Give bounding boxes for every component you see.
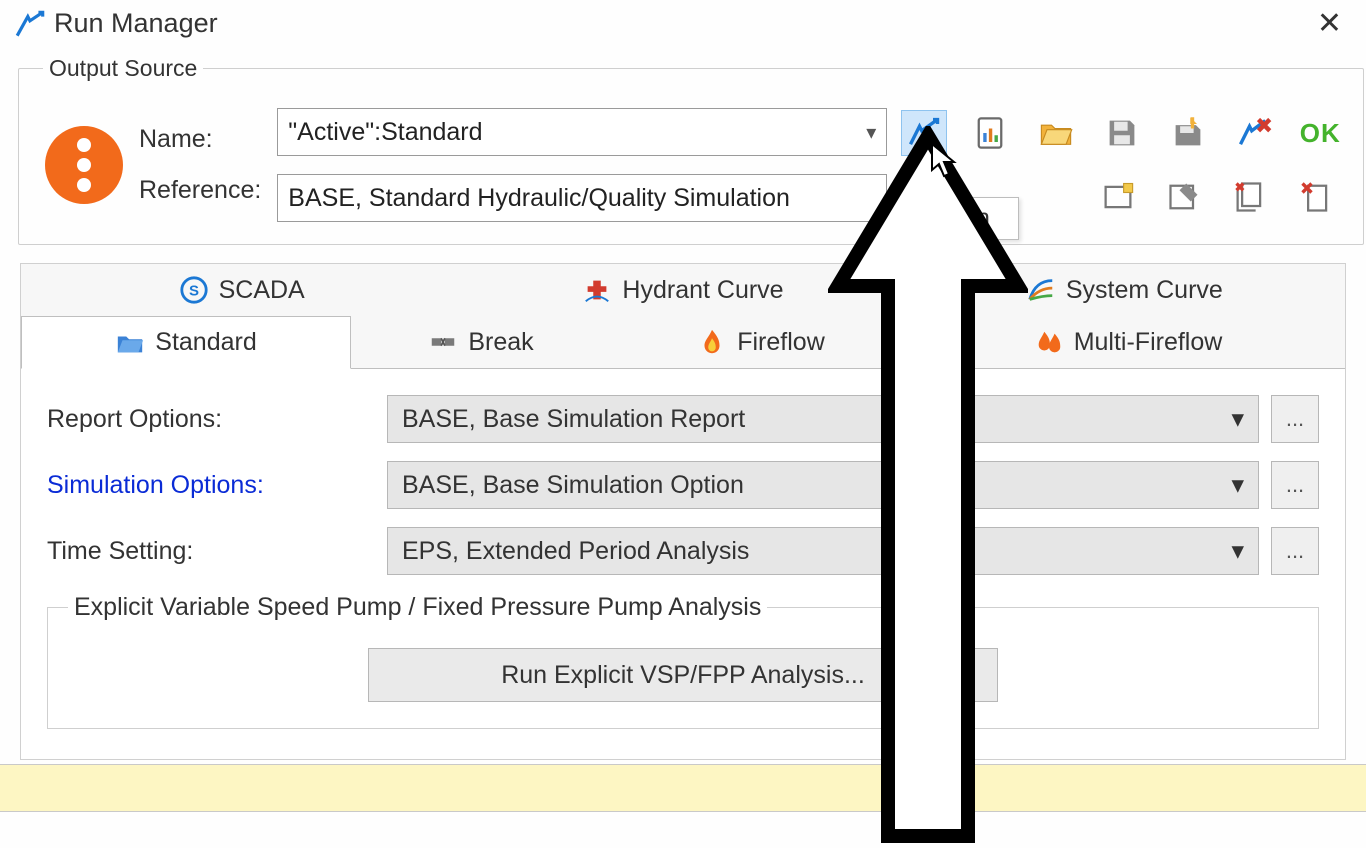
tab-system-curve-label: System Curve	[1066, 276, 1223, 305]
simulation-options-combo[interactable]: BASE, Base Simulation Option ▾	[387, 461, 1259, 509]
simulation-options-label[interactable]: Simulation Options:	[47, 471, 387, 500]
run-tooltip: Run	[925, 197, 1019, 240]
tab-scada[interactable]: S SCADA	[21, 264, 462, 316]
tab-fireflow-label: Fireflow	[737, 328, 825, 357]
clear-run-button[interactable]	[1231, 110, 1277, 156]
chevron-down-icon: ▾	[1231, 470, 1244, 500]
titlebar: Run Manager ✕	[0, 0, 1366, 55]
output-source-labels: Name: Reference:	[139, 125, 261, 205]
toolbar-row-1: OK	[901, 110, 1343, 156]
window-title: Run Manager	[54, 8, 1307, 39]
vsp-group: Explicit Variable Speed Pump / Fixed Pre…	[47, 593, 1319, 729]
close-button[interactable]: ✕	[1307, 6, 1352, 41]
report-options-combo[interactable]: BASE, Base Simulation Report ▾	[387, 395, 1259, 443]
report-button[interactable]	[967, 110, 1013, 156]
report-options-label: Report Options:	[47, 405, 387, 434]
tab-standard[interactable]: Standard	[21, 316, 351, 369]
ok-status: OK	[1297, 110, 1343, 156]
time-setting-label: Time Setting:	[47, 537, 387, 566]
time-setting-combo[interactable]: EPS, Extended Period Analysis ▾	[387, 527, 1259, 575]
name-combo[interactable]: "Active":Standard ▾	[277, 108, 887, 156]
edit-button[interactable]	[1161, 174, 1207, 220]
name-label: Name:	[139, 125, 261, 154]
standard-tab-content: Report Options: BASE, Base Simulation Re…	[21, 368, 1345, 759]
name-value: "Active":Standard	[288, 118, 482, 147]
run-vsp-button[interactable]: Run Explicit VSP/FPP Analysis...	[368, 648, 998, 702]
save-special-button[interactable]	[1165, 110, 1211, 156]
tab-area: S SCADA Hydrant Curve System Curve Stand…	[20, 263, 1346, 760]
cursor-icon	[930, 142, 958, 178]
chevron-down-icon: ▾	[866, 120, 876, 145]
tab-hydrant-curve-label: Hydrant Curve	[622, 276, 783, 305]
open-button[interactable]	[1033, 110, 1079, 156]
status-bar	[0, 764, 1366, 812]
simulation-options-browse[interactable]: ...	[1271, 461, 1319, 509]
output-source-legend: Output Source	[43, 55, 203, 82]
simulation-options-value: BASE, Base Simulation Option	[402, 471, 744, 500]
time-setting-value: EPS, Extended Period Analysis	[402, 537, 749, 566]
report-options-browse[interactable]: ...	[1271, 395, 1319, 443]
tab-break-label: Break	[468, 328, 533, 357]
run-manager-window: Run Manager ✕ Output Source Name: Refere…	[0, 0, 1366, 848]
new-window-button[interactable]	[1095, 174, 1141, 220]
reference-field[interactable]: BASE, Standard Hydraulic/Quality Simulat…	[277, 174, 887, 222]
report-options-value: BASE, Base Simulation Report	[402, 405, 745, 434]
tab-hydrant-curve[interactable]: Hydrant Curve	[462, 264, 903, 316]
tab-system-curve[interactable]: System Curve	[904, 264, 1345, 316]
tab-multi-fireflow-label: Multi-Fireflow	[1074, 328, 1223, 357]
save-button[interactable]	[1099, 110, 1145, 156]
reference-value: BASE, Standard Hydraulic/Quality Simulat…	[288, 184, 790, 213]
delete-button[interactable]	[1293, 174, 1339, 220]
traffic-light-icon	[45, 126, 123, 204]
chevron-down-icon: ▾	[1231, 404, 1244, 434]
chevron-down-icon: ▾	[1231, 536, 1244, 566]
copy-button[interactable]	[1227, 174, 1273, 220]
app-icon	[14, 7, 48, 41]
reference-label: Reference:	[139, 176, 261, 205]
tab-fireflow[interactable]: Fireflow	[611, 316, 911, 368]
time-setting-browse[interactable]: ...	[1271, 527, 1319, 575]
tab-multi-fireflow[interactable]: Multi-Fireflow	[911, 316, 1345, 368]
vsp-group-legend: Explicit Variable Speed Pump / Fixed Pre…	[68, 593, 767, 622]
tab-standard-label: Standard	[155, 328, 256, 357]
tab-scada-label: SCADA	[219, 276, 305, 305]
svg-text:S: S	[189, 283, 199, 300]
tab-strip: S SCADA Hydrant Curve System Curve Stand…	[21, 264, 1345, 368]
output-source-group: Output Source Name: Reference: "Active":…	[18, 55, 1364, 245]
tab-break[interactable]: Break	[351, 316, 611, 368]
